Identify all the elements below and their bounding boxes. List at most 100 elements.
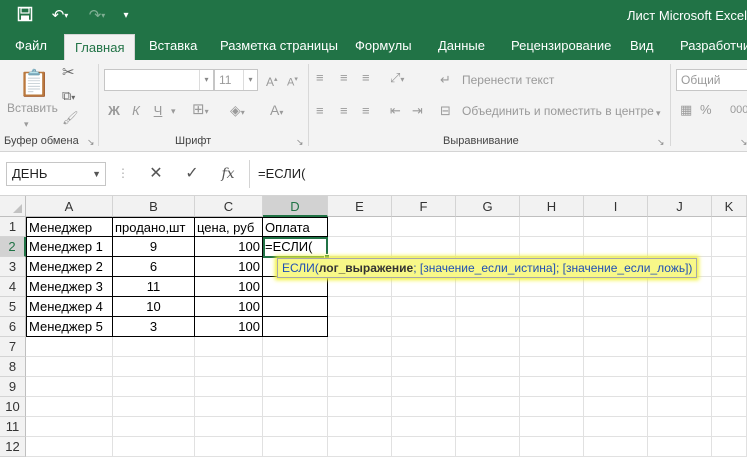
orientation-icon[interactable]: ⤢▾: [390, 70, 404, 88]
grid-cell[interactable]: [712, 397, 747, 417]
tooltip-function-name[interactable]: ЕСЛИ(: [282, 261, 319, 275]
chevron-down-icon[interactable]: ▾: [171, 103, 176, 119]
column-header-f[interactable]: F: [392, 196, 456, 217]
merge-center-button[interactable]: Объединить и поместить в центре: [462, 104, 654, 118]
grid-cell[interactable]: [26, 417, 113, 437]
currency-icon[interactable]: ▦: [680, 102, 692, 118]
undo-icon[interactable]: ↶▾: [47, 6, 73, 26]
grid-cell[interactable]: [648, 317, 712, 337]
borders-icon[interactable]: ⊞▾: [192, 102, 209, 120]
grid-cell[interactable]: [26, 437, 113, 457]
decrease-font-icon[interactable]: A▾: [287, 72, 298, 91]
grid-cell[interactable]: [392, 297, 456, 317]
grid-cell[interactable]: [328, 277, 392, 297]
cell-c3[interactable]: 100: [195, 257, 263, 277]
grid-cell[interactable]: [456, 277, 520, 297]
customize-qat-icon[interactable]: ▾: [119, 6, 133, 26]
grid-cell[interactable]: [195, 337, 263, 357]
grid-cell[interactable]: [195, 397, 263, 417]
grid-cell[interactable]: [328, 417, 392, 437]
tab-page-layout[interactable]: Разметка страницы: [220, 32, 338, 60]
row-header-5[interactable]: 5: [0, 297, 26, 317]
paste-button[interactable]: Вставить: [7, 101, 58, 115]
grid-cell[interactable]: [648, 437, 712, 457]
tooltip-current-argument[interactable]: лог_выражение: [319, 261, 413, 275]
grid-cell[interactable]: [328, 357, 392, 377]
grid-cell[interactable]: [520, 337, 584, 357]
grid-cell[interactable]: [520, 277, 584, 297]
row-header-11[interactable]: 11: [0, 417, 26, 437]
column-header-e[interactable]: E: [328, 196, 392, 217]
grid-cell[interactable]: [648, 297, 712, 317]
tab-review[interactable]: Рецензирование: [511, 32, 611, 60]
cell-b6[interactable]: 3: [113, 317, 195, 337]
grid-cell[interactable]: [584, 277, 648, 297]
grid-cell[interactable]: [113, 417, 195, 437]
grid-cell[interactable]: [712, 417, 747, 437]
grid-cell[interactable]: [392, 277, 456, 297]
grid-cell[interactable]: [392, 437, 456, 457]
grid-cell[interactable]: [648, 217, 712, 237]
grid-cell[interactable]: [648, 237, 712, 257]
grid-cell[interactable]: [648, 277, 712, 297]
tab-developer[interactable]: Разработчик: [680, 32, 747, 60]
grid-cell[interactable]: [113, 357, 195, 377]
percent-icon[interactable]: %: [700, 102, 712, 118]
grid-cell[interactable]: [26, 337, 113, 357]
cell-a6[interactable]: Менеджер 5: [26, 317, 113, 337]
tab-view[interactable]: Вид: [630, 32, 654, 60]
fill-color-icon[interactable]: ◈▾: [230, 102, 245, 121]
alignment-launcher-icon[interactable]: ↘: [657, 137, 665, 148]
cell-b5[interactable]: 10: [113, 297, 195, 317]
grid-cell[interactable]: [26, 357, 113, 377]
increase-font-icon[interactable]: A▴: [266, 72, 278, 90]
grid-cell[interactable]: [456, 357, 520, 377]
tab-insert[interactable]: Вставка: [149, 32, 197, 60]
row-header-1[interactable]: 1: [0, 217, 26, 237]
number-format-combo[interactable]: Общий: [676, 69, 747, 91]
grid-cell[interactable]: [195, 357, 263, 377]
clipboard-launcher-icon[interactable]: ↘: [87, 137, 95, 148]
cell-b1[interactable]: продано,шт: [113, 217, 195, 237]
grid-cell[interactable]: [712, 357, 747, 377]
row-header-7[interactable]: 7: [0, 337, 26, 357]
column-header-i[interactable]: I: [584, 196, 648, 217]
grid-cell[interactable]: [712, 317, 747, 337]
tab-formulas[interactable]: Формулы: [355, 32, 412, 60]
grid-cell[interactable]: [584, 237, 648, 257]
cancel-button[interactable]: ✕: [145, 164, 167, 184]
font-size-combo[interactable]: 11 ▾: [214, 69, 258, 91]
align-right-icon[interactable]: ≡: [362, 103, 370, 119]
column-header-c[interactable]: C: [195, 196, 263, 217]
grid-cell[interactable]: [584, 357, 648, 377]
cell-a2[interactable]: Менеджер 1: [26, 237, 113, 257]
grid-cell[interactable]: [648, 397, 712, 417]
font-color-icon[interactable]: A▾: [270, 102, 283, 121]
font-launcher-icon[interactable]: ↘: [296, 137, 304, 148]
grid-cell[interactable]: [113, 437, 195, 457]
cell-d6[interactable]: [263, 317, 328, 337]
grid-cell[interactable]: [456, 417, 520, 437]
column-header-h[interactable]: H: [520, 196, 584, 217]
grid-cell[interactable]: [456, 297, 520, 317]
tab-file[interactable]: Файл: [15, 32, 47, 60]
grid-cell[interactable]: [712, 257, 747, 277]
grid-cell[interactable]: [195, 417, 263, 437]
grid-cell[interactable]: [328, 217, 392, 237]
enter-button[interactable]: ✓: [181, 164, 203, 184]
grid-cell[interactable]: [584, 217, 648, 237]
grid-cell[interactable]: [392, 317, 456, 337]
cell-a1[interactable]: Менеджер: [26, 217, 113, 237]
redo-icon[interactable]: ↷▾: [84, 6, 110, 26]
save-icon[interactable]: [14, 6, 36, 26]
merge-icon[interactable]: ⊟: [440, 103, 451, 119]
row-header-8[interactable]: 8: [0, 357, 26, 377]
grid-cell[interactable]: [195, 437, 263, 457]
row-header-6[interactable]: 6: [0, 317, 26, 337]
select-all-button[interactable]: [0, 196, 26, 217]
name-box[interactable]: ДЕНЬ ▼: [6, 162, 106, 186]
grid-cell[interactable]: [328, 337, 392, 357]
grid-cell[interactable]: [263, 337, 328, 357]
column-header-k[interactable]: K: [712, 196, 747, 217]
grid-cell[interactable]: [456, 397, 520, 417]
